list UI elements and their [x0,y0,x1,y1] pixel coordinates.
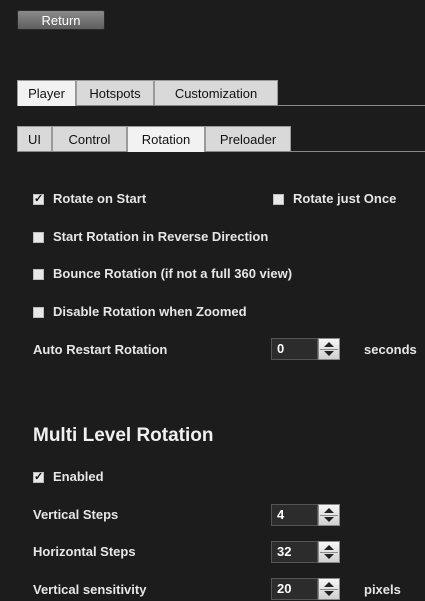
arrow-up-icon[interactable] [324,545,334,550]
arrow-up-icon[interactable] [324,342,334,347]
vertical-sensitivity-input[interactable]: 20 [271,578,318,600]
tab-preloader[interactable]: Preloader [205,126,291,151]
enabled-label: Enabled [53,469,104,484]
horizontal-steps-label: Horizontal Steps [33,544,136,559]
vertical-sensitivity-unit: pixels [364,582,401,597]
vertical-steps-arrows[interactable] [318,504,340,526]
arrow-up-icon[interactable] [324,582,334,587]
horizontal-steps-arrows[interactable] [318,541,340,563]
tab-hotspots[interactable]: Hotspots [76,80,154,105]
rotate-on-start-label: Rotate on Start [53,191,147,206]
auto-restart-unit: seconds [364,342,417,357]
tab-customization[interactable]: Customization [154,80,278,105]
rotate-on-start-row: ✓ Rotate on Start Rotate just Once [33,190,425,208]
disable-when-zoomed-checkbox[interactable] [33,307,44,318]
auto-restart-label: Auto Restart Rotation [33,342,168,357]
sub-tab-bar: UI Control Rotation Preloader [17,126,425,152]
horizontal-steps-input[interactable]: 32 [271,541,318,563]
auto-restart-stepper[interactable]: 0 [271,338,340,360]
tab-control[interactable]: Control [52,126,127,151]
vertical-steps-label: Vertical Steps [33,507,119,522]
vertical-sensitivity-arrows[interactable] [318,578,340,600]
rotate-just-once-label: Rotate just Once [293,191,397,206]
arrow-up-icon[interactable] [324,508,334,513]
auto-restart-arrows[interactable] [318,338,340,360]
arrow-down-icon[interactable] [324,517,334,522]
reverse-direction-label: Start Rotation in Reverse Direction [53,229,269,244]
vertical-sensitivity-label: Vertical sensitivity [33,582,147,597]
reverse-direction-checkbox[interactable] [33,232,44,243]
bounce-rotation-label: Bounce Rotation (if not a full 360 view) [53,266,293,281]
tab-rotation[interactable]: Rotation [127,126,205,152]
disable-when-zoomed-label: Disable Rotation when Zoomed [53,304,247,319]
auto-restart-input[interactable]: 0 [271,338,318,360]
vertical-steps-stepper[interactable]: 4 [271,504,340,526]
main-tab-bar: Player Hotspots Customization [17,80,425,106]
horizontal-steps-stepper[interactable]: 32 [271,541,340,563]
arrow-down-icon[interactable] [324,554,334,559]
vertical-sensitivity-stepper[interactable]: 20 [271,578,340,600]
arrow-down-icon[interactable] [324,591,334,596]
rotate-just-once-checkbox[interactable] [273,194,284,205]
enabled-checkbox[interactable]: ✓ [33,472,44,483]
rotate-on-start-checkbox[interactable]: ✓ [33,194,44,205]
vertical-steps-input[interactable]: 4 [271,504,318,526]
tab-player[interactable]: Player [17,80,76,106]
return-button[interactable]: Return [17,10,105,30]
arrow-down-icon[interactable] [324,351,334,356]
multi-level-title: Multi Level Rotation [33,425,214,446]
bounce-rotation-checkbox[interactable] [33,269,44,280]
tab-ui[interactable]: UI [17,126,52,151]
